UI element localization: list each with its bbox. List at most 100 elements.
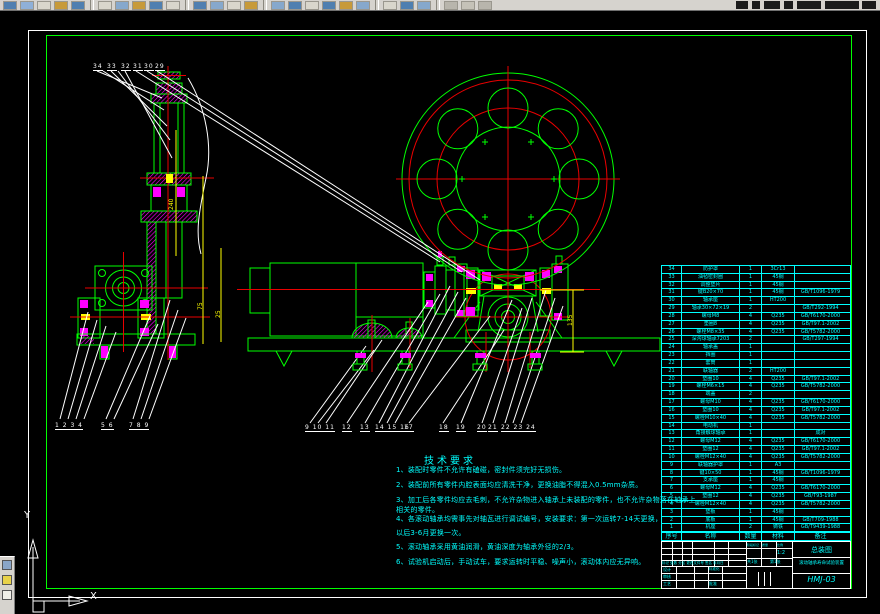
parts-table-cell: 18 [668, 391, 675, 398]
toolbar-icon[interactable] [305, 1, 319, 10]
toolbar-icon[interactable] [322, 1, 336, 10]
parts-table-cell: 32 [668, 281, 675, 288]
part-callout-number: 12 [342, 424, 352, 432]
parts-table-cell: 1 [739, 344, 761, 352]
parts-table-cell: 2 [739, 336, 761, 344]
parts-table-cell: 4 [739, 383, 761, 391]
dimension-value: 240 [168, 198, 175, 210]
parts-table-row: 21 联轴器 2 HT200 [662, 366, 850, 375]
parts-table-cell: 9 [669, 461, 674, 468]
toolbar-icon[interactable] [339, 1, 353, 10]
parts-table-header-cell: 备注 [794, 533, 846, 540]
main-front-view [237, 251, 661, 372]
toolbar-separator [375, 0, 379, 10]
parts-table-row: 28 螺母M8 4 Q235 GB/T6170-2000 [662, 311, 850, 320]
parts-table-cell [794, 266, 846, 273]
parts-table-row: 26 螺栓M8×35 4 Q235 GB/T5782-2000 [662, 327, 850, 336]
parts-table-cell: 4 [739, 312, 761, 320]
toolbar-glyph[interactable] [784, 1, 793, 9]
dock-icon[interactable] [2, 560, 12, 570]
parts-table-cell: GB/T97.1-2002 [794, 375, 846, 383]
toolbar-icon[interactable] [478, 1, 492, 10]
parts-table-cell [794, 273, 846, 281]
parts-table-cell: Q235 [761, 328, 794, 336]
parts-table-cell: 45钢 [761, 469, 794, 477]
toolbar-icon[interactable] [54, 1, 68, 10]
toolbar-icon[interactable] [356, 1, 370, 10]
left-dock-toolbar[interactable] [0, 556, 15, 614]
toolbar-icon[interactable] [288, 1, 302, 10]
toolbar-icon[interactable] [461, 1, 475, 10]
parts-table-cell: 8 [669, 469, 674, 476]
ucs-x-label: X [90, 591, 97, 602]
parts-table-cell: GB/T292-1994 [794, 305, 846, 312]
toolbar-icon[interactable] [210, 1, 224, 10]
parts-table-cell [794, 508, 846, 516]
parts-table-cell [761, 359, 794, 367]
parts-list-table: 34 防护罩 1 3Cr13 33 油毡密封圈 1 45钢 32 调整垫片 1 45钢 31 键B20×7… [661, 265, 851, 532]
parts-table-row: 1 机座 2 铸铁 GB/T9439-1988 [662, 523, 850, 532]
toolbar-icon[interactable] [244, 1, 258, 10]
toolbar-icon[interactable] [400, 1, 414, 10]
parts-table-row: 3 垫板 1 45钢 [662, 507, 850, 516]
parts-table-cell: 联轴器护罩 [681, 461, 739, 469]
toolbar-icon[interactable] [3, 1, 17, 10]
parts-table-cell: 11 [668, 446, 675, 453]
part-callout-number: 33 [107, 63, 117, 71]
parts-table-cell: 20 [668, 375, 675, 382]
toolbar-icon[interactable] [71, 1, 85, 10]
toolbar-icon[interactable] [444, 1, 458, 10]
dock-icon[interactable] [2, 590, 12, 600]
toolbar-icon[interactable] [20, 1, 34, 10]
toolbar-icon[interactable] [98, 1, 112, 10]
parts-table-row: 16 垫圈10 4 Q235 GB/T97.1-2002 [662, 405, 850, 414]
parts-table-cell: 螺母M12 [681, 438, 739, 446]
toolbar-icon[interactable] [193, 1, 207, 10]
toolbar-glyph[interactable] [825, 1, 859, 9]
toolbar-glyph[interactable] [797, 1, 821, 9]
parts-table-cell: 4 [739, 493, 761, 500]
toolbar-glyph[interactable] [764, 1, 780, 9]
toolbar-icon[interactable] [271, 1, 285, 10]
toolbar-icon[interactable] [227, 1, 241, 10]
toolbar-icon[interactable] [166, 1, 180, 10]
ucs-icon [27, 538, 89, 613]
toolbar-icon[interactable] [37, 1, 51, 10]
parts-table-row: 19 螺栓M6×15 4 Q235 GB/T5782-2000 [662, 382, 850, 391]
top-toolbar[interactable] [0, 0, 880, 11]
parts-table-cell: 垫圈10 [681, 375, 739, 383]
stage-label: 阶段标记 [747, 543, 760, 547]
parts-table-cell: HT200 [761, 297, 794, 305]
toolbar-icon[interactable] [115, 1, 129, 10]
parts-table-cell: GB/T5782-2000 [794, 453, 846, 461]
toolbar-glyph[interactable] [736, 1, 748, 9]
dimension-value: 135 [567, 314, 574, 326]
drawing-number: HMJ-03 [807, 575, 836, 584]
parts-table-header-cell: 序号 [665, 533, 678, 540]
parts-table-cell [761, 344, 794, 352]
dock-icon[interactable] [2, 575, 12, 585]
parts-table-cell: 1 [739, 266, 761, 273]
parts-table-cell: 底板 [681, 516, 739, 524]
parts-table-cell: GB/T5782-2000 [794, 414, 846, 422]
toolbar-icon[interactable] [132, 1, 146, 10]
toolbar-icon[interactable] [149, 1, 163, 10]
parts-table-row: 25 深沟球轴承7203 2 GB/T297-1994 [662, 335, 850, 344]
parts-table-header-cell: 材料 [761, 533, 794, 540]
toolbar-glyph[interactable] [862, 1, 876, 9]
parts-table-cell: 4 [739, 414, 761, 422]
parts-table-cell: 10 [668, 453, 675, 460]
toolbar-separator [436, 0, 440, 10]
parts-table-cell: 1 [739, 516, 761, 524]
toolbar-icon[interactable] [417, 1, 431, 10]
toolbar-glyph[interactable] [752, 1, 760, 9]
parts-table-row: 33 油毡密封圈 1 45钢 [662, 272, 850, 281]
part-callout-number: 22 23 24 [501, 424, 536, 432]
role-check: 审核 [663, 574, 671, 579]
parts-table-cell: Q235 [761, 485, 794, 493]
toolbar-separator [185, 0, 189, 10]
parts-table-cell [794, 391, 846, 399]
parts-table-cell: 22 [668, 359, 675, 366]
toolbar-icon[interactable] [383, 1, 397, 10]
parts-table-cell: 2 [739, 524, 761, 532]
